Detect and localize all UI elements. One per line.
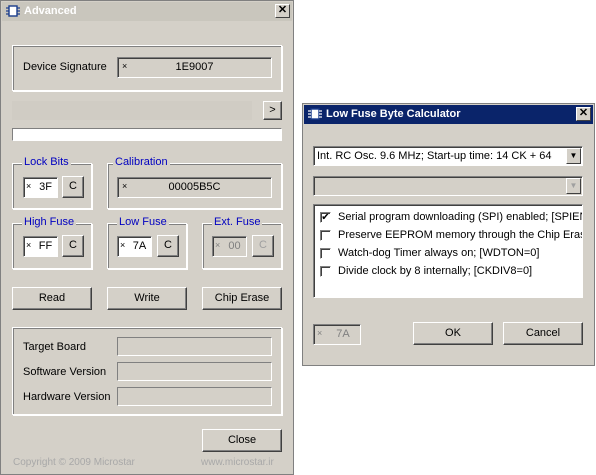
checkbox[interactable]: ✔ bbox=[320, 212, 331, 223]
ext-fuse-c-button: C bbox=[252, 235, 274, 257]
advanced-window: Advanced ✕ Device Signature × 1E9007 > L… bbox=[0, 0, 294, 475]
field-marker: × bbox=[215, 240, 221, 250]
software-version-label: Software Version bbox=[23, 366, 107, 378]
fuse-result-value: 7A bbox=[336, 328, 350, 340]
copyright-text: Copyright © 2009 Microstar bbox=[13, 457, 135, 468]
lock-bits-legend: Lock Bits bbox=[22, 156, 71, 168]
hardware-version-label: Hardware Version bbox=[23, 391, 111, 403]
field-marker: × bbox=[26, 240, 32, 250]
high-fuse-c-button[interactable]: C bbox=[62, 235, 84, 257]
option-row[interactable]: Watch-dog Timer always on; [WDTON=0] bbox=[320, 246, 582, 262]
next-button[interactable]: > bbox=[263, 101, 282, 120]
chip-app-icon bbox=[308, 108, 322, 120]
high-fuse-value: FF bbox=[38, 240, 53, 252]
target-board-field bbox=[117, 337, 272, 356]
low-fuse-legend: Low Fuse bbox=[117, 216, 169, 228]
ext-fuse-field: × 00 bbox=[212, 236, 247, 257]
low-fuse-value: 7A bbox=[132, 240, 147, 252]
fuse-options-list: ✔ Serial program downloading (SPI) enabl… bbox=[313, 204, 583, 298]
lock-bits-c-button[interactable]: C bbox=[62, 176, 84, 198]
chip-erase-button[interactable]: Chip Erase bbox=[202, 287, 282, 310]
option-label: Divide clock by 8 internally; [CKDIV8=0] bbox=[338, 265, 533, 277]
calculator-titlebar[interactable]: Low Fuse Byte Calculator ✕ bbox=[304, 105, 593, 124]
device-signature-label: Device Signature bbox=[23, 61, 107, 73]
option-row[interactable]: ✔ Serial program downloading (SPI) enabl… bbox=[320, 210, 583, 226]
option-label: Preserve EEPROM memory through the Chip … bbox=[338, 229, 583, 241]
dropdown-arrow-icon: ▼ bbox=[566, 178, 581, 194]
fuse-result-field: × 7A bbox=[313, 324, 361, 345]
low-fuse-c-button[interactable]: C bbox=[157, 235, 179, 257]
checkbox[interactable] bbox=[320, 248, 331, 259]
chip-app-icon bbox=[6, 5, 20, 17]
ok-button[interactable]: OK bbox=[413, 322, 493, 345]
calibration-legend: Calibration bbox=[113, 156, 170, 168]
high-fuse-field[interactable]: × FF bbox=[23, 236, 58, 257]
status-bar bbox=[12, 101, 252, 120]
checkbox[interactable] bbox=[320, 266, 331, 277]
software-version-field bbox=[117, 362, 272, 381]
target-board-label: Target Board bbox=[23, 341, 86, 353]
dropdown-arrow-icon[interactable]: ▼ bbox=[566, 148, 581, 164]
lock-bits-value: 3F bbox=[39, 181, 52, 193]
lock-bits-field[interactable]: × 3F bbox=[23, 177, 58, 198]
option-row[interactable]: Divide clock by 8 internally; [CKDIV8=0] bbox=[320, 264, 582, 280]
hardware-version-field bbox=[117, 387, 272, 406]
option-label: Serial program downloading (SPI) enabled… bbox=[338, 211, 583, 223]
advanced-titlebar[interactable]: Advanced ✕ bbox=[2, 2, 292, 21]
calculator-title: Low Fuse Byte Calculator bbox=[326, 108, 461, 120]
device-signature-field: × 1E9007 bbox=[117, 57, 272, 78]
advanced-close-icon[interactable]: ✕ bbox=[275, 4, 290, 18]
field-marker: × bbox=[26, 181, 32, 191]
field-marker: × bbox=[317, 328, 323, 338]
close-button[interactable]: Close bbox=[202, 429, 282, 452]
checkbox[interactable] bbox=[320, 230, 331, 241]
write-button[interactable]: Write bbox=[107, 287, 187, 310]
secondary-select: ▼ bbox=[313, 176, 583, 196]
oscillator-select-value: Int. RC Osc. 9.6 MHz; Start-up time: 14 … bbox=[317, 150, 552, 162]
low-fuse-field[interactable]: × 7A bbox=[117, 236, 152, 257]
calculator-window: Low Fuse Byte Calculator ✕ Int. RC Osc. … bbox=[302, 103, 595, 366]
device-signature-value: 1E9007 bbox=[175, 61, 214, 73]
option-label: Watch-dog Timer always on; [WDTON=0] bbox=[338, 247, 540, 259]
oscillator-select[interactable]: Int. RC Osc. 9.6 MHz; Start-up time: 14 … bbox=[313, 146, 583, 166]
calibration-value: 00005B5C bbox=[168, 181, 221, 193]
ext-fuse-value: 00 bbox=[228, 240, 241, 252]
advanced-title: Advanced bbox=[24, 5, 77, 17]
progress-bar bbox=[12, 128, 282, 141]
high-fuse-legend: High Fuse bbox=[22, 216, 77, 228]
field-marker: × bbox=[120, 240, 126, 250]
read-button[interactable]: Read bbox=[12, 287, 92, 310]
option-row[interactable]: Preserve EEPROM memory through the Chip … bbox=[320, 228, 583, 244]
calculator-close-icon[interactable]: ✕ bbox=[576, 107, 591, 121]
cancel-button[interactable]: Cancel bbox=[503, 322, 583, 345]
website-link[interactable]: www.microstar.ir bbox=[201, 457, 274, 468]
ext-fuse-legend: Ext. Fuse bbox=[212, 216, 263, 228]
calibration-field: × 00005B5C bbox=[117, 177, 272, 198]
